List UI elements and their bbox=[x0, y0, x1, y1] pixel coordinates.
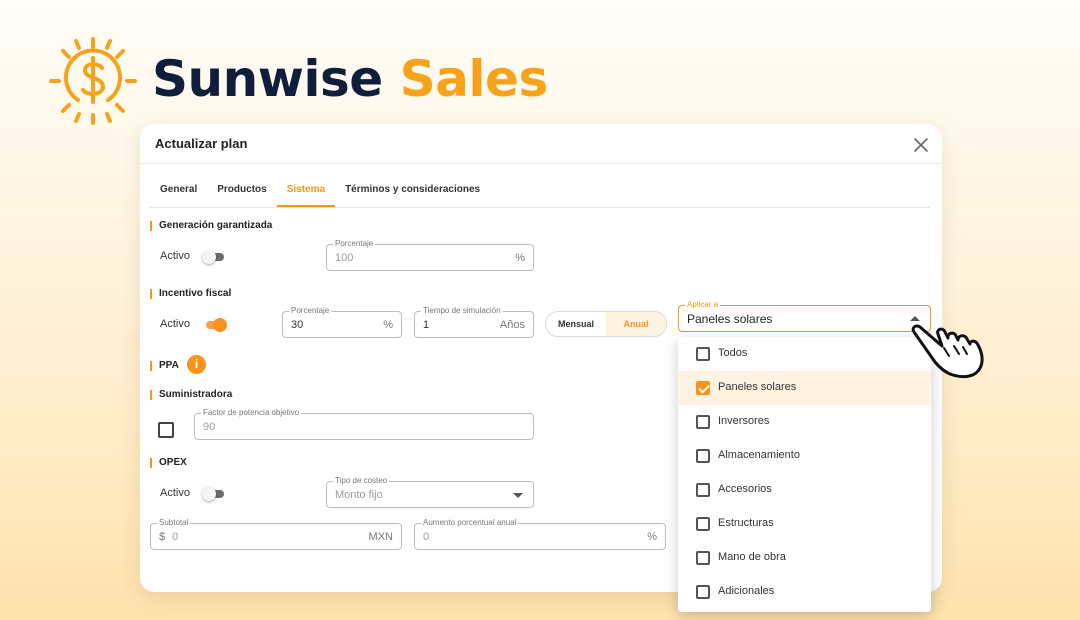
incentivo-porcentaje-field[interactable]: Porcentaje 30 % bbox=[282, 306, 402, 338]
option-label: Almacenamiento bbox=[718, 449, 800, 461]
checkbox-checked[interactable] bbox=[696, 381, 710, 395]
tiempo-simulacion-suffix: Años bbox=[499, 319, 525, 331]
section-generacion-title: Generación garantizada bbox=[150, 220, 272, 231]
brand-name: Sunwise Sales bbox=[152, 50, 548, 108]
option-almacenamiento[interactable]: Almacenamiento bbox=[678, 439, 931, 473]
generacion-porcentaje-label: Porcentaje bbox=[333, 239, 376, 249]
option-estructuras[interactable]: Estructuras bbox=[678, 507, 931, 541]
aplicar-a-dropdown: Todos Paneles solares Inversores Almacen… bbox=[678, 337, 931, 612]
subtotal-label: Subtotal bbox=[157, 518, 191, 528]
checkbox[interactable] bbox=[696, 551, 710, 565]
factor-potencia-label: Factor de potencia objetivo bbox=[201, 408, 302, 418]
tiempo-simulacion-field[interactable]: Tiempo de simulación 1 Años bbox=[414, 306, 534, 338]
option-mano-de-obra[interactable]: Mano de obra bbox=[678, 541, 931, 575]
section-opex-title: OPEX bbox=[150, 457, 187, 468]
subtotal-suffix: MXN bbox=[368, 531, 393, 543]
checkbox[interactable] bbox=[696, 585, 710, 599]
option-todos[interactable]: Todos bbox=[678, 337, 931, 371]
close-icon[interactable] bbox=[912, 136, 930, 154]
sun-dollar-icon bbox=[49, 37, 137, 125]
periodo-mensual-option[interactable]: Mensual bbox=[546, 312, 606, 336]
brand-name-part2: Sales bbox=[399, 50, 549, 108]
option-label: Inversores bbox=[718, 415, 770, 427]
option-adicionales[interactable]: Adicionales bbox=[678, 575, 931, 609]
subtotal-value: 0 bbox=[172, 531, 179, 543]
tipo-costeo-label: Tipo de costeo bbox=[333, 476, 390, 486]
checkbox[interactable] bbox=[696, 449, 710, 463]
aplicar-a-label: Aplicar a bbox=[685, 300, 721, 310]
aplicar-a-value: Paneles solares bbox=[687, 312, 773, 326]
generacion-activo-label: Activo bbox=[160, 250, 190, 262]
option-label: Adicionales bbox=[718, 585, 775, 597]
suministradora-checkbox[interactable] bbox=[158, 422, 174, 438]
brand: Sunwise Sales bbox=[48, 36, 548, 126]
tiempo-simulacion-value: 1 bbox=[423, 319, 430, 331]
subtotal-prefix: $ bbox=[159, 531, 166, 543]
tipo-costeo-select[interactable]: Tipo de costeo Monto fijo bbox=[326, 476, 534, 508]
chevron-down-icon bbox=[513, 493, 523, 498]
incentivo-activo-label: Activo bbox=[160, 318, 190, 330]
checkbox[interactable] bbox=[696, 517, 710, 531]
opex-activo-toggle[interactable] bbox=[202, 487, 226, 501]
tab-general[interactable]: General bbox=[150, 180, 207, 207]
option-label: Paneles solares bbox=[718, 381, 797, 393]
tabs-divider bbox=[150, 207, 930, 208]
periodo-anual-option[interactable]: Anual bbox=[606, 312, 666, 336]
option-label: Todos bbox=[718, 347, 748, 359]
section-suministradora-title: Suministradora bbox=[150, 389, 232, 400]
option-inversores[interactable]: Inversores bbox=[678, 405, 931, 439]
opex-activo-label: Activo bbox=[160, 487, 190, 499]
tabs: General Productos Sistema Términos y con… bbox=[150, 180, 490, 207]
option-label: Accesorios bbox=[718, 483, 772, 495]
aplicar-a-select[interactable]: Aplicar a Paneles solares bbox=[678, 300, 931, 332]
modal-title: Actualizar plan bbox=[155, 136, 248, 151]
incentivo-activo-toggle[interactable] bbox=[202, 318, 227, 332]
generacion-porcentaje-value: 100 bbox=[335, 252, 354, 264]
section-ppa-title: PPA bbox=[150, 360, 179, 371]
tab-productos[interactable]: Productos bbox=[207, 180, 276, 207]
factor-potencia-value: 90 bbox=[203, 421, 216, 433]
hand-pointer-icon bbox=[911, 324, 984, 379]
incentivo-porcentaje-value: 30 bbox=[291, 319, 304, 331]
option-label: Mano de obra bbox=[718, 551, 786, 563]
aumento-porcentual-field[interactable]: Aumento porcentual anual 0 % bbox=[414, 518, 666, 550]
brand-name-part1: Sunwise bbox=[152, 50, 383, 108]
section-incentivo-title: Incentivo fiscal bbox=[150, 288, 231, 299]
incentivo-porcentaje-suffix: % bbox=[383, 319, 393, 331]
checkbox[interactable] bbox=[696, 415, 710, 429]
periodo-toggle: Mensual Anual bbox=[545, 311, 667, 337]
aumento-porcentual-label: Aumento porcentual anual bbox=[421, 518, 519, 528]
subtotal-field[interactable]: Subtotal $ 0 MXN bbox=[150, 518, 402, 550]
tab-sistema[interactable]: Sistema bbox=[276, 180, 336, 207]
info-icon[interactable]: i bbox=[187, 355, 206, 374]
checkbox[interactable] bbox=[696, 483, 710, 497]
checkbox[interactable] bbox=[696, 347, 710, 361]
tipo-costeo-value: Monto fijo bbox=[335, 489, 383, 501]
tiempo-simulacion-label: Tiempo de simulación bbox=[421, 306, 503, 316]
aumento-porcentual-suffix: % bbox=[647, 531, 657, 543]
incentivo-porcentaje-label: Porcentaje bbox=[289, 306, 332, 316]
title-divider bbox=[140, 163, 942, 164]
option-paneles-solares[interactable]: Paneles solares bbox=[678, 371, 931, 405]
aumento-porcentual-value: 0 bbox=[423, 531, 430, 543]
factor-potencia-field[interactable]: Factor de potencia objetivo 90 bbox=[194, 408, 534, 440]
option-label: Estructuras bbox=[718, 517, 774, 529]
option-accesorios[interactable]: Accesorios bbox=[678, 473, 931, 507]
tab-terminos[interactable]: Términos y consideraciones bbox=[335, 180, 490, 207]
generacion-activo-toggle[interactable] bbox=[202, 250, 226, 264]
generacion-porcentaje-field[interactable]: Porcentaje 100 % bbox=[326, 239, 534, 271]
generacion-porcentaje-suffix: % bbox=[515, 252, 525, 264]
